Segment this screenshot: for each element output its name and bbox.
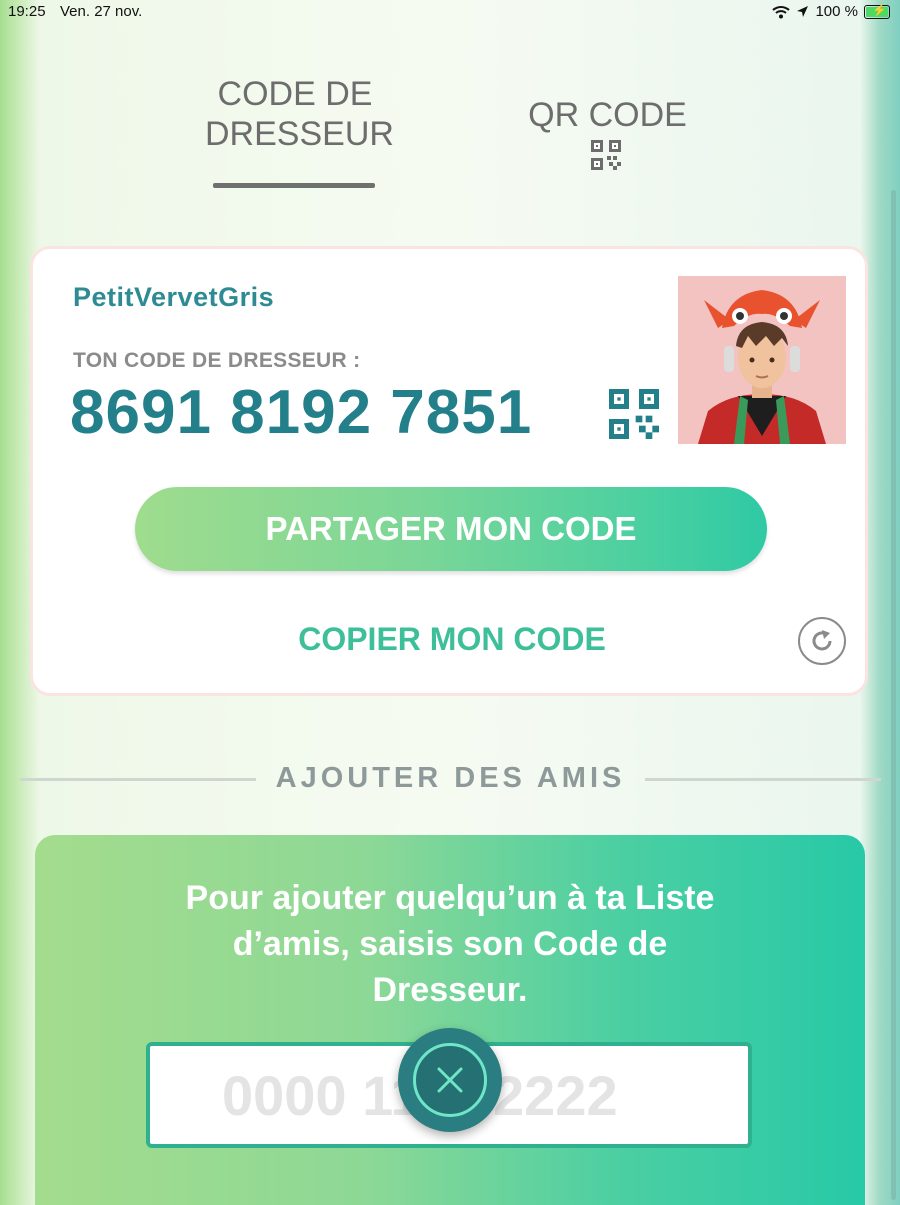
tab-qr-code[interactable]: QR CODE xyxy=(520,95,695,135)
copy-code-button[interactable]: COPIER MON CODE xyxy=(33,621,871,658)
add-friends-panel: Pour ajouter quelqu’un à ta Liste d’amis… xyxy=(35,835,865,1205)
battery-charging-icon: ⚡ xyxy=(864,3,890,19)
section-divider-right xyxy=(645,778,881,781)
battery-percent: 100 % xyxy=(815,3,858,20)
status-bar: 19:25 Ven. 27 nov. 100 % ⚡ xyxy=(0,0,900,24)
trainer-username: PetitVervetGris xyxy=(73,282,275,312)
add-friends-instructions: Pour ajouter quelqu’un à ta Liste d’amis… xyxy=(185,879,715,1009)
status-date: Ven. 27 nov. xyxy=(60,3,143,20)
scrollbar[interactable] xyxy=(891,190,896,1200)
trainer-code-label: TON CODE DE DRESSEUR : xyxy=(73,349,361,372)
status-indicators: 100 % ⚡ xyxy=(772,3,890,20)
tab-trainer-label-line2: DRESSEUR xyxy=(205,115,394,153)
active-tab-indicator xyxy=(213,183,375,188)
status-time: 19:25 xyxy=(8,3,46,20)
location-arrow-icon xyxy=(797,6,809,17)
trainer-card: PetitVervetGris TON CODE DE DRESSEUR : 8… xyxy=(30,246,868,696)
section-divider-left xyxy=(20,778,256,781)
close-icon xyxy=(413,1043,487,1117)
refresh-icon[interactable] xyxy=(798,617,846,665)
wifi-icon xyxy=(772,5,791,18)
qr-code-icon[interactable] xyxy=(609,389,659,439)
close-button[interactable] xyxy=(398,1028,502,1132)
trainer-avatar xyxy=(678,276,846,444)
tab-trainer-label-line1: CODE DE xyxy=(217,75,373,113)
qr-code-icon[interactable] xyxy=(591,140,621,170)
add-friends-title: AJOUTER DES AMIS xyxy=(275,762,626,794)
tab-qr-label: QR CODE xyxy=(528,96,687,134)
tab-trainer-code[interactable]: CODE DE DRESSEUR xyxy=(205,74,394,154)
trainer-code-value: 8691 8192 7851 xyxy=(70,378,533,447)
share-code-button[interactable]: PARTAGER MON CODE xyxy=(135,487,767,571)
